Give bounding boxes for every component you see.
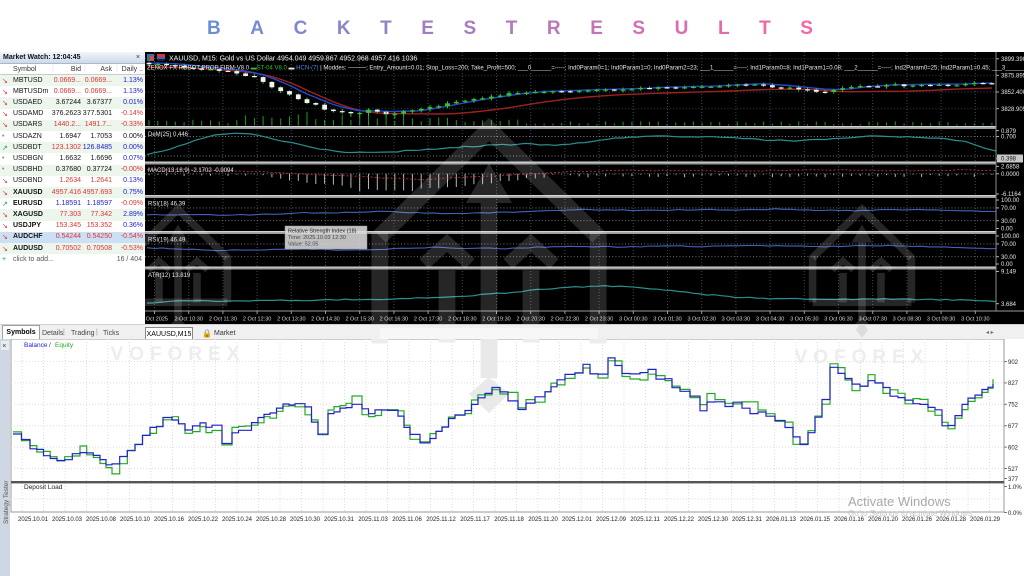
svg-text:3875.895: 3875.895: [1001, 74, 1024, 80]
svg-text:3 Oct 03:30: 3 Oct 03:30: [722, 317, 750, 323]
svg-text:DeM(25) 0.446: DeM(25) 0.446: [148, 132, 189, 138]
svg-text:2025.11.03: 2025.11.03: [358, 517, 388, 523]
svg-text:100.00: 100.00: [1001, 198, 1020, 204]
svg-text:70.00: 70.00: [1001, 206, 1017, 212]
svg-text:2025.10.03: 2025.10.03: [52, 517, 83, 523]
svg-text:3.684: 3.684: [1001, 302, 1017, 308]
svg-text:9.149: 9.149: [1001, 270, 1017, 276]
svg-text:100.00: 100.00: [1001, 234, 1020, 240]
svg-text:0.0000: 0.0000: [1001, 172, 1020, 178]
svg-text:527: 527: [1008, 467, 1019, 473]
svg-text:2026.01.29: 2026.01.29: [970, 517, 1001, 523]
svg-text:MACD(13,18,9) -2.1702 -0.9094: MACD(13,18,9) -2.1702 -0.9094: [148, 168, 234, 174]
svg-text:3 Oct 08:30: 3 Oct 08:30: [893, 317, 921, 323]
svg-text:3852.400: 3852.400: [1001, 90, 1024, 96]
svg-text:2 Oct 17:30: 2 Oct 17:30: [414, 317, 442, 323]
svg-text:2025.11.06: 2025.11.06: [392, 517, 422, 523]
svg-text:2025.12.11: 2025.12.11: [630, 517, 660, 523]
svg-text:/: /: [49, 342, 51, 349]
svg-text:2025.10.16: 2025.10.16: [154, 517, 185, 523]
svg-text:3 Oct 05:30: 3 Oct 05:30: [790, 317, 818, 323]
svg-text:ZENOX FX ROBOT PROP FIRM-V8.0: ZENOX FX ROBOT PROP FIRM-V8.0 ▬ST-04 V8.…: [147, 66, 1024, 72]
svg-text:2025.11.18: 2025.11.18: [494, 517, 524, 523]
svg-text:2025.11.20: 2025.11.20: [528, 517, 558, 523]
svg-text:2025.10.30: 2025.10.30: [290, 517, 321, 523]
svg-text:2025.12.22: 2025.12.22: [664, 517, 695, 523]
svg-text:Time: 2025.10.03 12:30: Time: 2025.10.03 12:30: [288, 235, 346, 241]
svg-text:2 Oct 14:30: 2 Oct 14:30: [311, 317, 339, 323]
svg-text:30.00: 30.00: [1001, 219, 1017, 225]
svg-text:1.0%: 1.0%: [1008, 485, 1022, 491]
svg-text:2025.10.10: 2025.10.10: [120, 517, 151, 523]
svg-text:Relative Strength Index (18): Relative Strength Index (18): [288, 229, 357, 235]
svg-text:2025.10.31: 2025.10.31: [324, 517, 355, 523]
svg-text:0.398: 0.398: [1001, 157, 1017, 163]
svg-text:377: 377: [1008, 477, 1019, 483]
svg-text:VOFOREX: VOFOREX: [111, 344, 246, 365]
svg-text:Strategy Tester: Strategy Tester: [3, 480, 10, 524]
svg-text:2025.12.01: 2025.12.01: [562, 517, 593, 523]
svg-text:752: 752: [1008, 403, 1019, 409]
svg-text:2025.11.12: 2025.11.12: [426, 517, 456, 523]
svg-text:70.00: 70.00: [1001, 242, 1017, 248]
svg-text:3 Oct 02:30: 3 Oct 02:30: [687, 317, 715, 323]
svg-text:2026.01.13: 2026.01.13: [766, 517, 797, 523]
svg-text:2025.12.09: 2025.12.09: [596, 517, 627, 523]
svg-text:3828.905: 3828.905: [1001, 107, 1024, 113]
svg-text:2025.10.28: 2025.10.28: [256, 517, 287, 523]
svg-text:2025.12.31: 2025.12.31: [732, 517, 763, 523]
svg-text:602: 602: [1008, 445, 1019, 451]
svg-text:2025.10.24: 2025.10.24: [222, 517, 253, 523]
svg-text:2 Oct 22:30: 2 Oct 22:30: [551, 317, 579, 323]
svg-text:VOFOREX: VOFOREX: [795, 347, 930, 368]
svg-text:2 Oct 2025: 2 Oct 2025: [145, 317, 168, 323]
svg-text:Value: 52.05: Value: 52.05: [288, 242, 318, 248]
svg-text:ATR(12) 13.819: ATR(12) 13.819: [148, 273, 191, 279]
svg-text:Deposit Load: Deposit Load: [24, 484, 63, 491]
svg-text:2 Oct 15:30: 2 Oct 15:30: [345, 317, 373, 323]
svg-text:2025.10.22: 2025.10.22: [188, 517, 219, 523]
svg-text:3 Oct 04:30: 3 Oct 04:30: [756, 317, 784, 323]
svg-text:0.00: 0.00: [1001, 227, 1013, 233]
svg-text:2.6858: 2.6858: [1001, 165, 1020, 171]
svg-text:677: 677: [1008, 424, 1019, 430]
svg-text:Equity: Equity: [55, 342, 74, 349]
svg-text:2025.10.01: 2025.10.01: [18, 517, 49, 523]
svg-text:3 Oct 01:30: 3 Oct 01:30: [653, 317, 681, 323]
svg-text:3 Oct 09:30: 3 Oct 09:30: [927, 317, 955, 323]
svg-text:3 Oct 10:30: 3 Oct 10:30: [961, 317, 989, 323]
svg-text:902: 902: [1008, 360, 1019, 366]
svg-text:RSI(19) 46.49: RSI(19) 46.49: [148, 238, 186, 244]
svg-text:2 Oct 13:30: 2 Oct 13:30: [277, 317, 305, 323]
svg-text:3 Oct 06:30: 3 Oct 06:30: [824, 317, 852, 323]
svg-text:0.700: 0.700: [1001, 135, 1017, 141]
svg-text:2 Oct 12:30: 2 Oct 12:30: [243, 317, 271, 323]
svg-text:2025.10.08: 2025.10.08: [86, 517, 117, 523]
svg-text:3 Oct 00:30: 3 Oct 00:30: [619, 317, 647, 323]
svg-text:XAUUSD, M15: Gold vs US Dolla: XAUUSD, M15: Gold vs US Dollar 4954.049 …: [169, 56, 417, 63]
svg-text:RSI(18) 46.39: RSI(18) 46.39: [148, 202, 186, 208]
svg-text:2025.12.30: 2025.12.30: [698, 517, 729, 523]
svg-text:0.00: 0.00: [1001, 262, 1013, 268]
svg-text:2026.01.15: 2026.01.15: [800, 517, 831, 523]
svg-text:827: 827: [1008, 381, 1019, 387]
svg-text:2 Oct 11:30: 2 Oct 11:30: [209, 317, 237, 323]
svg-text:0.0%: 0.0%: [1008, 511, 1022, 517]
svg-text:Balance: Balance: [24, 342, 48, 349]
svg-text:30.00: 30.00: [1001, 255, 1017, 261]
svg-text:3899.390: 3899.390: [1001, 57, 1024, 63]
svg-text:2025.11.17: 2025.11.17: [460, 517, 490, 523]
svg-text:×: ×: [2, 343, 6, 350]
